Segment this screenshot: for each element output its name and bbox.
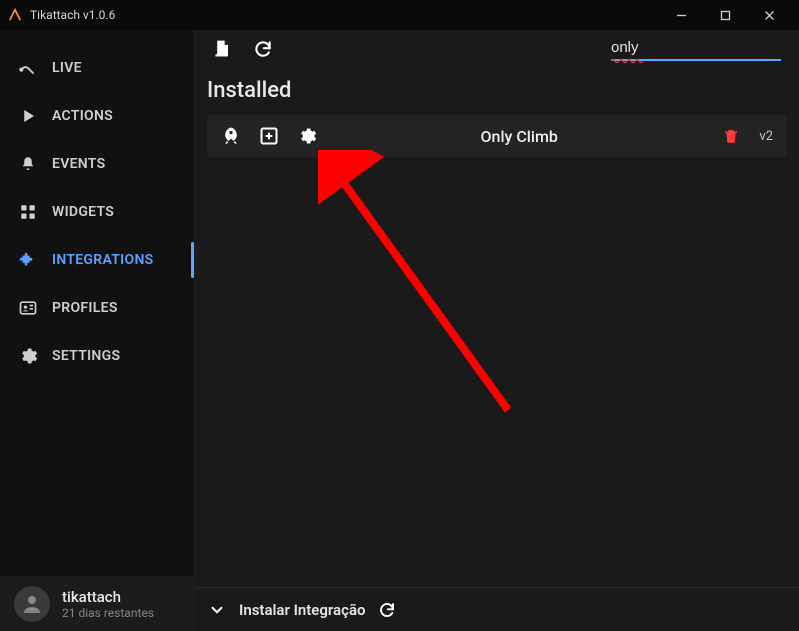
puzzle-icon — [18, 250, 38, 270]
play-icon — [18, 106, 38, 126]
sidebar-item-label: INTEGRATIONS — [52, 252, 154, 268]
trash-icon[interactable] — [721, 126, 741, 146]
import-file-icon[interactable] — [213, 39, 233, 59]
refresh-icon[interactable] — [253, 39, 273, 59]
gear-icon[interactable] — [297, 126, 317, 146]
sidebar-item-settings[interactable]: SETTINGS — [0, 332, 194, 380]
add-box-icon[interactable] — [259, 126, 279, 146]
content: Installed Only Climb v2 Instalar Integra… — [195, 30, 799, 631]
refresh-icon[interactable] — [377, 600, 397, 620]
section-title: Installed — [195, 68, 799, 115]
install-footer[interactable]: Instalar Integração — [195, 587, 799, 631]
nav: LIVE ACTIONS EVENTS WIDGETS — [0, 30, 194, 576]
sidebar-item-actions[interactable]: ACTIONS — [0, 92, 194, 140]
sidebar-item-label: WIDGETS — [52, 204, 114, 220]
sidebar-item-label: ACTIONS — [52, 108, 113, 124]
bell-icon — [18, 154, 38, 174]
integration-row: Only Climb v2 — [207, 115, 787, 157]
close-button[interactable] — [747, 0, 791, 30]
sidebar-item-live[interactable]: LIVE — [0, 44, 194, 92]
sidebar-item-label: EVENTS — [52, 156, 105, 172]
app-icon — [8, 8, 22, 22]
user-footer[interactable]: tikattach 21 dias restantes — [0, 576, 194, 631]
titlebar: Tikattach v1.0.6 — [0, 0, 799, 30]
widgets-icon — [18, 202, 38, 222]
signal-icon — [18, 58, 38, 78]
install-label: Instalar Integração — [239, 601, 365, 619]
sidebar-item-integrations[interactable]: INTEGRATIONS — [0, 236, 194, 284]
integration-version: v2 — [759, 129, 773, 144]
username: tikattach — [62, 588, 154, 606]
avatar — [14, 586, 50, 622]
sidebar-item-widgets[interactable]: WIDGETS — [0, 188, 194, 236]
id-card-icon — [18, 298, 38, 318]
sidebar-item-label: SETTINGS — [52, 348, 120, 364]
gear-icon — [18, 346, 38, 366]
minimize-button[interactable] — [659, 0, 703, 30]
sidebar-item-label: LIVE — [52, 60, 82, 76]
sidebar-item-events[interactable]: EVENTS — [0, 140, 194, 188]
window-title: Tikattach v1.0.6 — [30, 8, 659, 22]
integration-name: Only Climb — [335, 127, 703, 146]
sidebar-item-profiles[interactable]: PROFILES — [0, 284, 194, 332]
launch-icon[interactable] — [221, 126, 241, 146]
sidebar-item-label: PROFILES — [52, 300, 118, 316]
chevron-down-icon[interactable] — [207, 600, 227, 620]
maximize-button[interactable] — [703, 0, 747, 30]
sidebar: LIVE ACTIONS EVENTS WIDGETS — [0, 30, 195, 631]
toolbar — [195, 30, 799, 68]
user-status: 21 dias restantes — [62, 606, 154, 620]
window-controls — [659, 0, 791, 30]
